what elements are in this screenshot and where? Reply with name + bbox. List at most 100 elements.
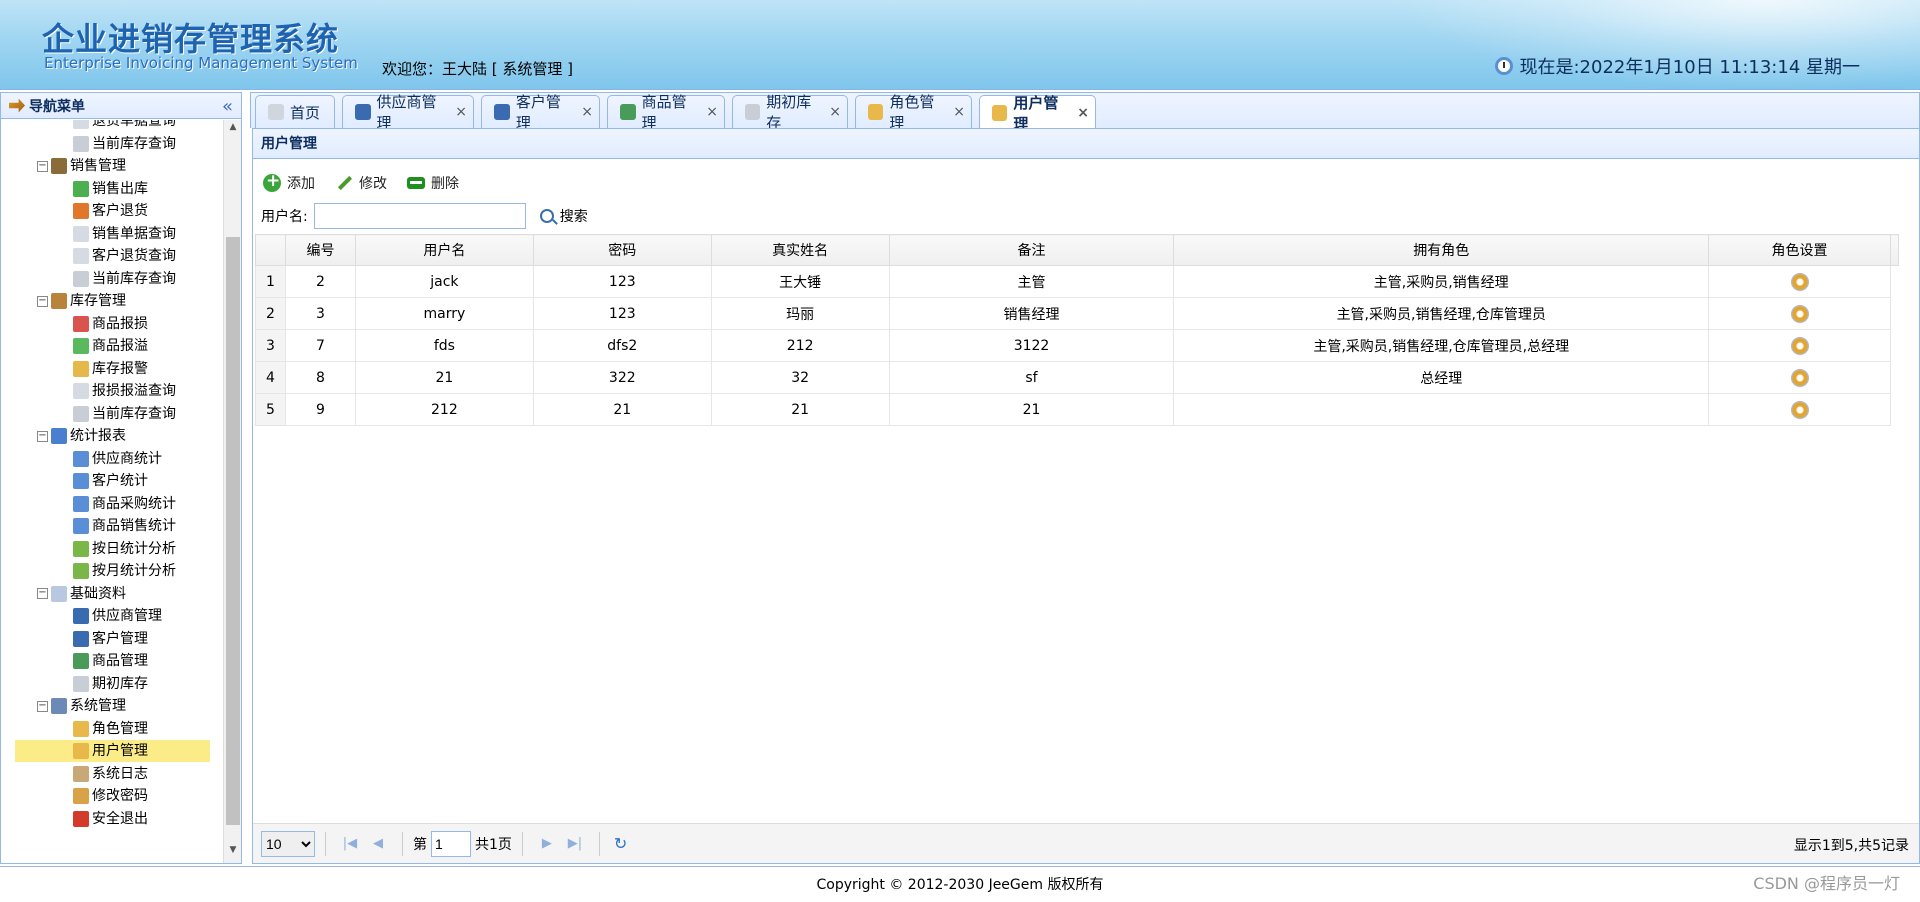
nav-title: 导航菜单 [29, 98, 85, 115]
search-label: 搜索 [559, 209, 588, 225]
close-icon[interactable]: × [829, 104, 841, 120]
collapse-toggle-icon[interactable]: − [37, 588, 48, 599]
header-id[interactable]: 编号 [284, 234, 356, 266]
sidebar-item-label: 客户退货查询 [92, 248, 176, 264]
sidebar-item[interactable]: − 销售管理 [37, 155, 126, 177]
tab-item[interactable]: 商品管理 × [607, 93, 725, 132]
sidebar-item[interactable]: 退货单据查询 [73, 120, 176, 132]
collapse-toggle-icon[interactable]: − [37, 160, 48, 172]
sidebar-item[interactable]: 商品采购统计 [73, 493, 176, 515]
pagination-bar: 10 |◀ ◀ 第 共1页 ▶ ▶| ↻ 显示1到5,共5记录 [253, 823, 1919, 863]
tab-item[interactable]: 用户管理 × [979, 94, 1096, 133]
tab-item[interactable]: 角色管理 × [855, 93, 972, 132]
cell-id: 7 [284, 329, 356, 362]
cell-roles: 主管,采购员,销售经理,仓库管理员 [1173, 297, 1710, 330]
sidebar-item[interactable]: 供应商统计 [73, 448, 162, 470]
page-number-input[interactable] [431, 830, 471, 857]
sidebar-item[interactable]: 当前库存查询 [73, 133, 176, 155]
gear-icon[interactable] [1790, 336, 1809, 355]
sidebar-item[interactable]: 系统日志 [73, 763, 148, 785]
sidebar-item[interactable]: − 统计报表 [37, 425, 126, 447]
sidebar-item[interactable]: 销售单据查询 [73, 223, 176, 245]
table-row[interactable]: 2 3 marry 123 玛丽 销售经理 主管,采购员,销售经理,仓库管理员 [255, 297, 1899, 330]
sidebar-item[interactable]: 客户退货 [73, 200, 148, 222]
overflow-icon [73, 338, 89, 354]
tab-item[interactable]: 供应商管理 × [342, 93, 474, 132]
header-realname[interactable]: 真实姓名 [710, 234, 890, 266]
close-icon[interactable]: × [455, 104, 467, 120]
sidebar-item[interactable]: − 基础资料 [37, 583, 126, 605]
sidebar-item[interactable]: 修改密码 [73, 785, 148, 807]
table-row[interactable]: 3 7 fds dfs2 212 3122 主管,采购员,销售经理,仓库管理员,总经理 [255, 329, 1899, 362]
sidebar-item[interactable]: 当前库存查询 [73, 403, 176, 425]
sidebar-item[interactable]: 销售出库 [73, 178, 148, 200]
sidebar-item-label: 系统日志 [92, 765, 148, 782]
sidebar-item[interactable]: 安全退出 [73, 808, 148, 830]
close-icon[interactable]: × [1077, 105, 1089, 121]
table-row[interactable]: 1 2 jack 123 王大锤 主管 主管,采购员,销售经理 [255, 265, 1899, 298]
sidebar-item[interactable]: 商品销售统计 [73, 515, 176, 537]
edit-button[interactable]: 修改 [335, 173, 387, 193]
table-row[interactable]: 5 9 212 21 21 21 [255, 393, 1899, 426]
username-search-input[interactable] [313, 203, 526, 229]
sidebar-item[interactable]: 当前库存查询 [73, 268, 176, 290]
sidebar-item[interactable]: − 库存管理 [37, 290, 126, 312]
last-page-icon[interactable]: ▶| [565, 836, 585, 851]
table-row[interactable]: 4 8 21 322 32 sf 总经理 [255, 361, 1899, 394]
collapse-toggle-icon[interactable]: − [37, 430, 48, 442]
header-password[interactable]: 密码 [532, 234, 712, 266]
box-icon [51, 293, 67, 309]
cell-username: 21 [354, 361, 534, 394]
row-number: 1 [255, 265, 286, 298]
toolbar: 添加 修改 删除 [263, 171, 459, 193]
user-table: 编号 用户名 密码 真实姓名 备注 拥有角色 角色设置 1 2 jack 123 王大锤… [255, 234, 1900, 426]
gear-icon[interactable] [1790, 400, 1809, 419]
header-role-setting[interactable]: 角色设置 [1708, 234, 1891, 266]
first-page-icon[interactable]: |◀ [340, 836, 360, 851]
sidebar-item[interactable]: 按月统计分析 [73, 560, 176, 582]
sidebar-item[interactable]: 商品管理 [73, 650, 148, 672]
refresh-icon[interactable]: ↻ [614, 834, 627, 853]
sidebar-item[interactable]: 商品报损 [73, 313, 148, 335]
delete-button[interactable]: 删除 [407, 173, 459, 193]
collapse-sidebar-button[interactable]: « [222, 96, 233, 117]
collapse-toggle-icon[interactable]: − [37, 700, 48, 712]
scrollbar-thumb[interactable] [226, 237, 240, 825]
sidebar-item[interactable]: 商品报溢 [73, 335, 148, 357]
scroll-down-icon[interactable]: ▼ [224, 845, 242, 861]
gear-icon[interactable] [1790, 304, 1809, 323]
collapse-toggle-icon[interactable]: − [37, 295, 48, 307]
scroll-up-icon[interactable]: ▲ [224, 122, 242, 138]
sidebar-item[interactable]: 用户管理 [15, 740, 210, 762]
tab-item[interactable]: 首页 [255, 95, 335, 128]
add-button[interactable]: 添加 [263, 171, 315, 193]
sidebar-item[interactable]: 报损报溢查询 [73, 380, 176, 402]
sidebar-item[interactable]: 客户管理 [73, 628, 148, 650]
next-page-icon[interactable]: ▶ [537, 836, 557, 851]
sidebar-item[interactable]: 期初库存 [73, 673, 148, 695]
sidebar-item[interactable]: 客户统计 [73, 470, 148, 492]
header-remark[interactable]: 备注 [888, 234, 1175, 266]
gear-icon[interactable] [1790, 272, 1809, 291]
search-button[interactable]: 搜索 [539, 206, 588, 226]
close-icon[interactable]: × [953, 104, 965, 120]
cell-remark: 主管 [888, 265, 1175, 298]
sidebar-item[interactable]: 按日统计分析 [73, 538, 176, 560]
tab-item[interactable]: 期初库存 × [732, 93, 848, 132]
gear-icon[interactable] [1790, 368, 1809, 387]
sidebar-item[interactable]: 角色管理 [73, 718, 148, 740]
sidebar-item[interactable]: 客户退货查询 [73, 245, 176, 267]
cell-filler [1890, 394, 1898, 426]
prev-page-icon[interactable]: ◀ [368, 836, 388, 851]
page-size-select[interactable]: 10 [261, 830, 315, 857]
bar-chart-icon [73, 450, 89, 467]
sidebar-item[interactable]: 库存报警 [73, 358, 148, 380]
header-username[interactable]: 用户名 [354, 234, 534, 266]
sidebar-item[interactable]: 供应商管理 [73, 605, 162, 627]
tab-item[interactable]: 客户管理 × [481, 93, 600, 132]
sidebar-item[interactable]: − 系统管理 [37, 695, 126, 717]
close-icon[interactable]: × [706, 104, 718, 120]
sidebar-scrollbar[interactable]: ▲ ▼ [223, 120, 241, 863]
close-icon[interactable]: × [581, 104, 593, 120]
header-roles[interactable]: 拥有角色 [1173, 234, 1710, 266]
